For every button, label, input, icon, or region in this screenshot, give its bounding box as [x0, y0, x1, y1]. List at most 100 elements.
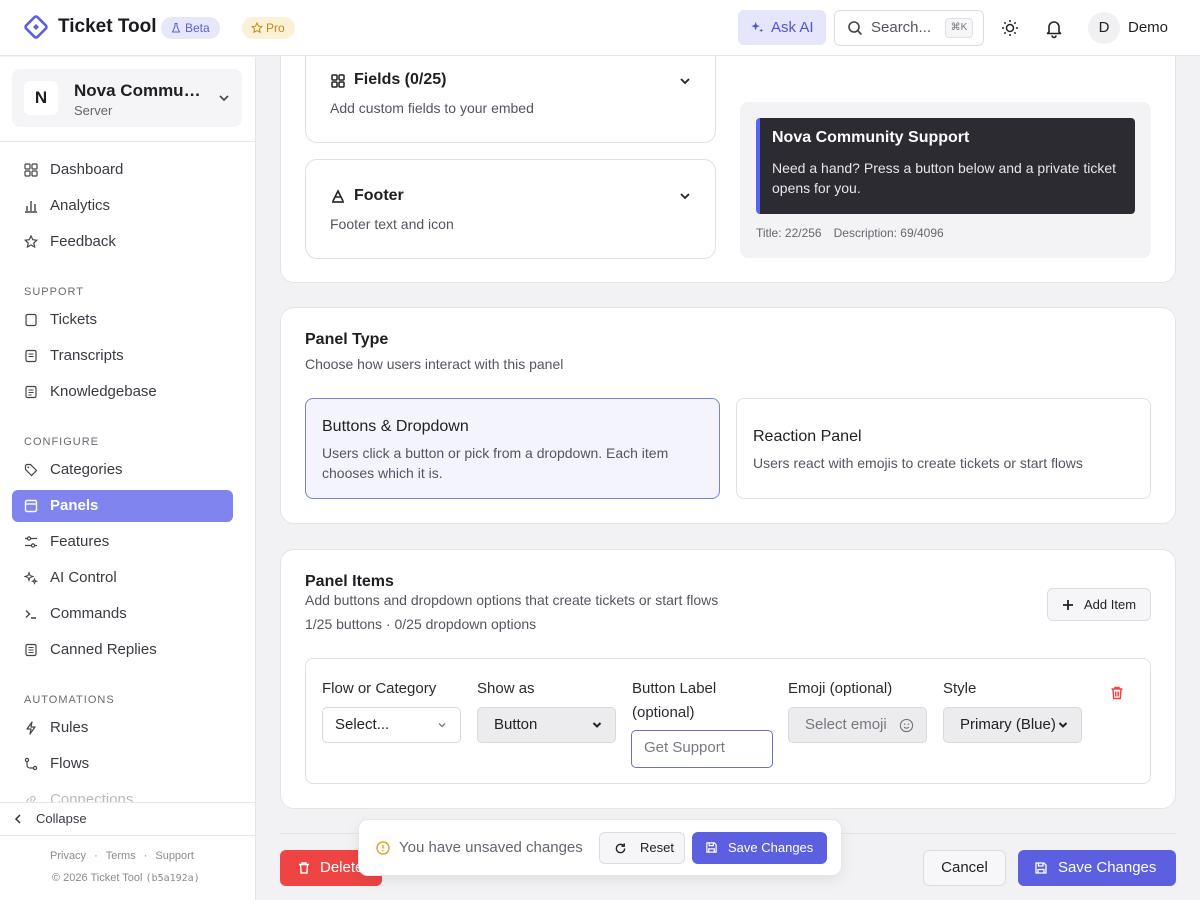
panel-type-reaction-option[interactable]: Reaction Panel Users react with emojis t…	[736, 398, 1151, 499]
save-icon	[1035, 862, 1047, 874]
flow-category-select[interactable]: Select...	[322, 707, 461, 743]
sidebar-item-analytics[interactable]: Analytics	[12, 190, 233, 222]
collapse-label: Collapse	[36, 811, 87, 826]
bar-chart-icon	[25, 201, 37, 213]
sidebar-item-flows[interactable]: Flows	[12, 748, 233, 780]
sidebar-item-transcripts[interactable]: Transcripts	[12, 340, 233, 372]
chevron-down-icon	[1058, 722, 1068, 728]
style-select[interactable]: Primary (Blue)	[943, 707, 1082, 743]
search-placeholder: Search...	[871, 19, 932, 36]
footer-desc: Footer text and icon	[330, 216, 454, 232]
reply-icon	[25, 643, 37, 657]
ask-ai-button[interactable]: Ask AI	[738, 10, 826, 45]
search-input[interactable]: Search... ⌘K	[834, 10, 984, 46]
sidebar-item-panels[interactable]: Panels	[12, 490, 233, 522]
flow-category-label: Flow or Category	[322, 680, 437, 697]
grid-icon	[331, 74, 345, 88]
reset-button[interactable]: Reset	[599, 832, 685, 864]
sidebar-item-canned-replies[interactable]: Canned Replies	[12, 634, 233, 666]
character-counts: Title: 22/256 Description: 69/4096	[756, 226, 944, 240]
fields-desc: Add custom fields to your embed	[330, 100, 534, 116]
search-shortcut: ⌘K	[945, 18, 973, 38]
save-label: Save Changes	[1058, 859, 1157, 876]
terms-link[interactable]: Terms	[106, 850, 136, 862]
option-desc: Users react with emojis to create ticket…	[753, 455, 1083, 471]
sparkles-icon	[24, 571, 38, 585]
panel-type-title: Panel Type	[305, 331, 389, 348]
sparkles-icon	[751, 21, 764, 33]
add-item-button[interactable]: Add Item	[1047, 588, 1151, 621]
sidebar-item-label: Knowledgebase	[50, 383, 157, 400]
privacy-link[interactable]: Privacy	[50, 850, 86, 862]
button-label-input[interactable]: Get Support	[631, 730, 773, 768]
unsaved-message: You have unsaved changes	[399, 839, 583, 856]
sidebar-item-label: Tickets	[50, 311, 97, 328]
flask-icon	[171, 23, 181, 33]
panel-items-subtitle: Add buttons and dropdown options that cr…	[305, 592, 719, 608]
beta-badge: Beta	[161, 17, 220, 39]
footer-accordion[interactable]: Footer Footer text and icon	[305, 159, 716, 259]
user-avatar[interactable]: D	[1088, 12, 1120, 44]
sidebar-item-ai-control[interactable]: AI Control	[12, 562, 233, 594]
sidebar-item-features[interactable]: Features	[12, 526, 233, 558]
footer-title: Footer	[354, 187, 404, 204]
beta-badge-label: Beta	[185, 21, 210, 35]
chevron-down-icon	[592, 722, 602, 728]
chevron-left-icon	[14, 814, 21, 824]
sidebar-item-label: Flows	[50, 755, 90, 772]
search-icon	[848, 21, 863, 36]
pro-badge: Pro	[242, 17, 295, 39]
panel-items-title: Panel Items	[305, 573, 394, 590]
user-name[interactable]: Demo	[1128, 19, 1168, 36]
plus-icon	[1063, 600, 1073, 610]
sidebar-item-rules[interactable]: Rules	[12, 712, 233, 744]
unsaved-changes-toast: You have unsaved changes Reset Save Chan…	[358, 819, 842, 876]
option-title: Buttons & Dropdown	[322, 418, 469, 435]
build-hash: (b5a192a)	[145, 873, 200, 884]
bolt-icon	[26, 721, 36, 735]
sidebar-item-tickets[interactable]: Tickets	[12, 304, 233, 336]
ask-ai-label: Ask AI	[771, 19, 814, 36]
save-changes-button[interactable]: Save Changes	[1018, 850, 1176, 886]
tag-icon	[24, 463, 38, 477]
sidebar-item-commands[interactable]: Commands	[12, 598, 233, 630]
panel-type-buttons-option[interactable]: Buttons & Dropdown Users click a button …	[305, 398, 720, 499]
sidebar-item-label: Canned Replies	[50, 641, 157, 658]
server-switcher[interactable]: N Nova Community Support Server	[12, 69, 242, 127]
show-as-label: Show as	[477, 680, 535, 697]
sidebar-item-feedback[interactable]: Feedback	[12, 226, 233, 258]
add-item-label: Add Item	[1084, 597, 1137, 612]
collapse-sidebar-button[interactable]: Collapse	[0, 802, 255, 836]
sun-icon[interactable]	[999, 17, 1021, 39]
flow-icon	[24, 757, 38, 771]
flow-category-value: Select...	[335, 716, 390, 733]
ticket-icon	[25, 313, 37, 327]
footer-icon	[332, 189, 344, 203]
option-title: Reaction Panel	[753, 428, 862, 445]
support-link[interactable]: Support	[155, 850, 194, 862]
button-label-label: Button Label (optional)	[632, 680, 717, 721]
bell-icon[interactable]	[1043, 17, 1065, 39]
reset-label: Reset	[640, 840, 674, 855]
sidebar-section-automations: AUTOMATIONS	[24, 694, 115, 706]
chevron-down-icon	[680, 78, 690, 85]
show-as-select[interactable]: Button	[477, 707, 616, 743]
cancel-button[interactable]: Cancel	[923, 850, 1006, 886]
sidebar-item-label: Commands	[50, 605, 127, 622]
sidebar-item-categories[interactable]: Categories	[12, 454, 233, 486]
description-count: Description: 69/4096	[833, 226, 944, 240]
ticket-tool-logo-icon[interactable]	[24, 15, 48, 39]
footer-separator: ·	[143, 850, 148, 862]
chevron-down-icon	[680, 193, 690, 200]
sidebar-item-dashboard[interactable]: Dashboard	[12, 154, 233, 186]
toast-save-changes-button[interactable]: Save Changes	[692, 832, 827, 864]
embed-description: Need a hand? Press a button below and a …	[772, 160, 1116, 196]
sidebar-item-knowledgebase[interactable]: Knowledgebase	[12, 376, 233, 408]
document-icon	[25, 349, 37, 363]
embed-title: Nova Community Support	[772, 129, 970, 146]
app-title[interactable]: Ticket Tool	[58, 16, 157, 38]
emoji-picker[interactable]: Select emoji	[788, 707, 927, 743]
sidebar-item-label: Feedback	[50, 233, 116, 250]
delete-item-trash-icon[interactable]	[1109, 685, 1125, 701]
sidebar-divider	[0, 141, 255, 142]
